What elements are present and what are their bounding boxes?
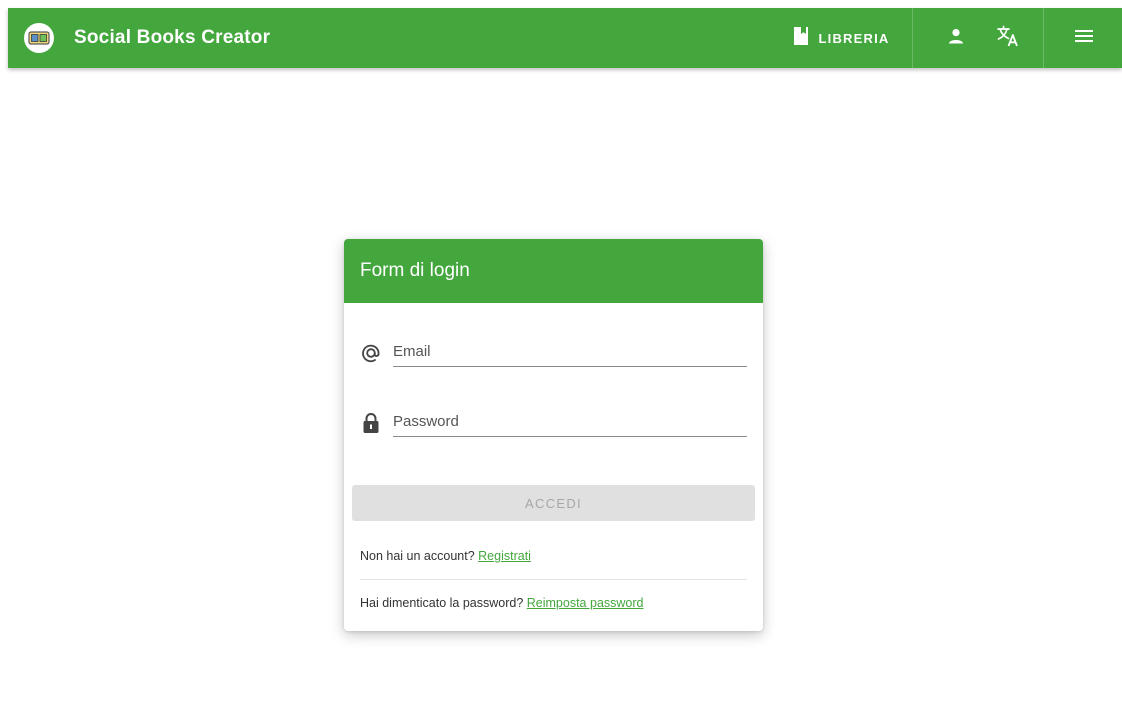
email-input[interactable] — [393, 336, 747, 367]
login-submit-button[interactable]: ACCEDI — [352, 485, 755, 521]
menu-button[interactable] — [1064, 8, 1104, 68]
login-card: Form di login ACCEDI Non hai un account?… — [344, 239, 763, 631]
card-divider — [360, 579, 747, 580]
brand[interactable]: Social Books Creator — [24, 8, 270, 68]
top-app-bar: Social Books Creator LIBRERIA — [8, 8, 1122, 68]
toolbar-divider — [1043, 8, 1044, 68]
app-title: Social Books Creator — [74, 27, 271, 48]
register-prompt: Non hai un account? — [360, 549, 475, 563]
password-field-row — [360, 406, 747, 446]
reset-prompt: Hai dimenticato la password? — [360, 596, 524, 610]
reset-password-line: Hai dimenticato la password? Reimposta p… — [360, 596, 643, 610]
register-link[interactable]: Registrati — [478, 549, 531, 563]
reset-password-link[interactable]: Reimposta password — [527, 596, 644, 610]
translate-icon — [996, 25, 1020, 52]
account-button[interactable] — [938, 8, 974, 68]
menu-icon — [1075, 29, 1093, 48]
library-button[interactable]: LIBRERIA — [770, 8, 912, 68]
book-icon — [793, 26, 809, 51]
book-logo-icon — [24, 23, 54, 53]
lock-icon — [360, 412, 382, 434]
login-card-title: Form di login — [344, 239, 763, 303]
library-label: LIBRERIA — [818, 30, 890, 46]
at-sign-icon — [360, 342, 382, 364]
person-icon — [948, 28, 964, 49]
password-input[interactable] — [393, 406, 747, 437]
register-line: Non hai un account? Registrati — [360, 549, 531, 563]
toolbar-divider — [912, 8, 913, 68]
language-button[interactable] — [988, 8, 1028, 68]
email-field-row — [360, 336, 747, 376]
